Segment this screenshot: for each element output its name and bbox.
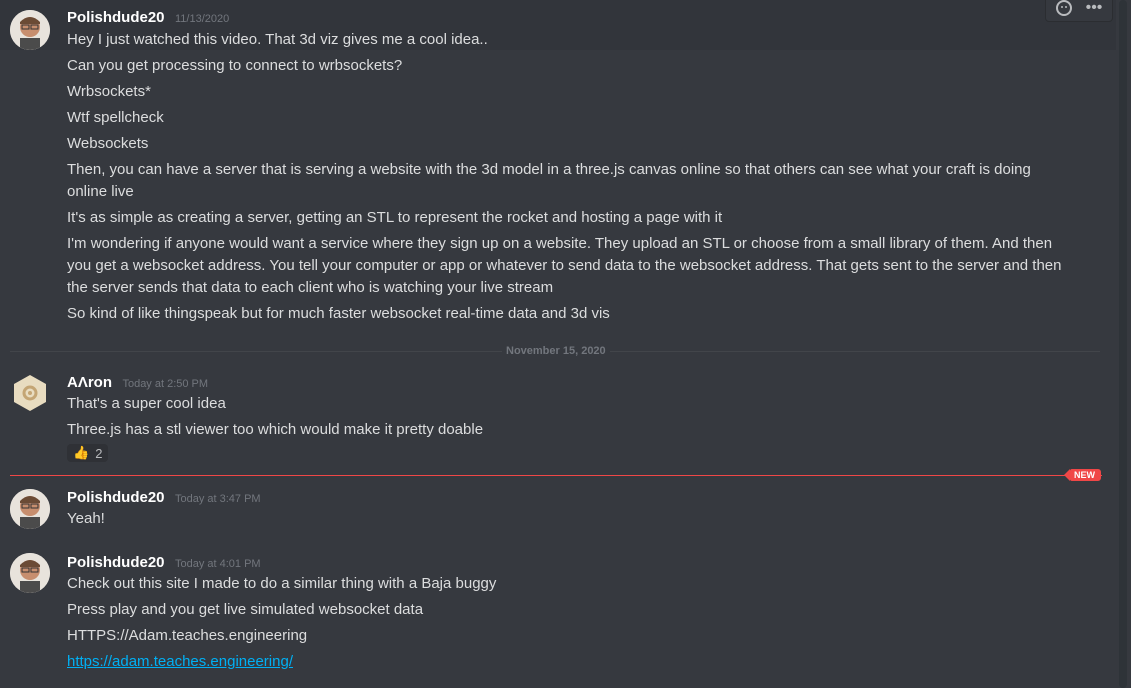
new-messages-divider bbox=[10, 475, 1102, 476]
message-header: Polishdude20 Today at 3:47 PM bbox=[67, 489, 261, 507]
message-header: Polishdude20 11/13/2020 bbox=[67, 9, 229, 27]
thumbs-up-icon: 👍 bbox=[73, 445, 90, 460]
message-text: Wrbsockets* bbox=[67, 83, 151, 100]
message-text: Websockets bbox=[67, 135, 149, 152]
message-text: Wtf spellcheck bbox=[67, 109, 164, 126]
message-text: Hey I just watched this video. That 3d v… bbox=[67, 31, 488, 48]
avatar[interactable] bbox=[10, 373, 50, 413]
message-header: AΛron Today at 2:50 PM bbox=[67, 374, 208, 392]
avatar[interactable] bbox=[10, 489, 50, 529]
add-reaction-icon[interactable] bbox=[1054, 0, 1074, 18]
message-toolbar: ••• bbox=[1045, 0, 1113, 22]
avatar[interactable] bbox=[10, 553, 50, 593]
message-text: Then, you can have a server that is serv… bbox=[67, 161, 1031, 200]
message-text: That's a super cool idea bbox=[67, 395, 226, 412]
chat-messages: ••• Polishdude20 11/13/2020 Hey I just w… bbox=[0, 0, 1131, 688]
timestamp: Today at 3:47 PM bbox=[174, 493, 261, 505]
timestamp: Today at 2:50 PM bbox=[122, 378, 209, 390]
message-text: HTTPS://Adam.teaches.engineering bbox=[67, 627, 308, 644]
message-text: Check out this site I made to do a simil… bbox=[67, 575, 497, 592]
message-header: Polishdude20 Today at 4:01 PM bbox=[67, 554, 261, 572]
timestamp: 11/13/2020 bbox=[174, 13, 230, 25]
avatar[interactable] bbox=[10, 10, 50, 50]
username[interactable]: AΛron bbox=[67, 374, 112, 391]
timestamp: Today at 4:01 PM bbox=[174, 558, 261, 570]
new-badge: NEW bbox=[1064, 469, 1101, 481]
message-text: I'm wondering if anyone would want a ser… bbox=[67, 235, 1062, 296]
username[interactable]: Polishdude20 bbox=[67, 489, 165, 506]
more-icon[interactable]: ••• bbox=[1084, 0, 1104, 18]
reaction[interactable]: 👍 2 bbox=[67, 444, 109, 462]
date-divider: November 15, 2020 bbox=[502, 345, 610, 357]
message-text: So kind of like thingspeak but for much … bbox=[67, 305, 610, 322]
message-text: Yeah! bbox=[67, 510, 105, 527]
message-text: Press play and you get live simulated we… bbox=[67, 601, 424, 618]
message-text: Can you get processing to connect to wrb… bbox=[67, 57, 403, 74]
message-link[interactable]: https://adam.teaches.engineering/ bbox=[67, 651, 293, 673]
reaction-count: 2 bbox=[95, 445, 103, 461]
message-text: It's as simple as creating a server, get… bbox=[67, 209, 723, 226]
username[interactable]: Polishdude20 bbox=[67, 554, 165, 571]
scrollbar[interactable] bbox=[1119, 0, 1127, 688]
username[interactable]: Polishdude20 bbox=[67, 9, 165, 26]
message-text: Three.js has a stl viewer too which woul… bbox=[67, 421, 484, 438]
